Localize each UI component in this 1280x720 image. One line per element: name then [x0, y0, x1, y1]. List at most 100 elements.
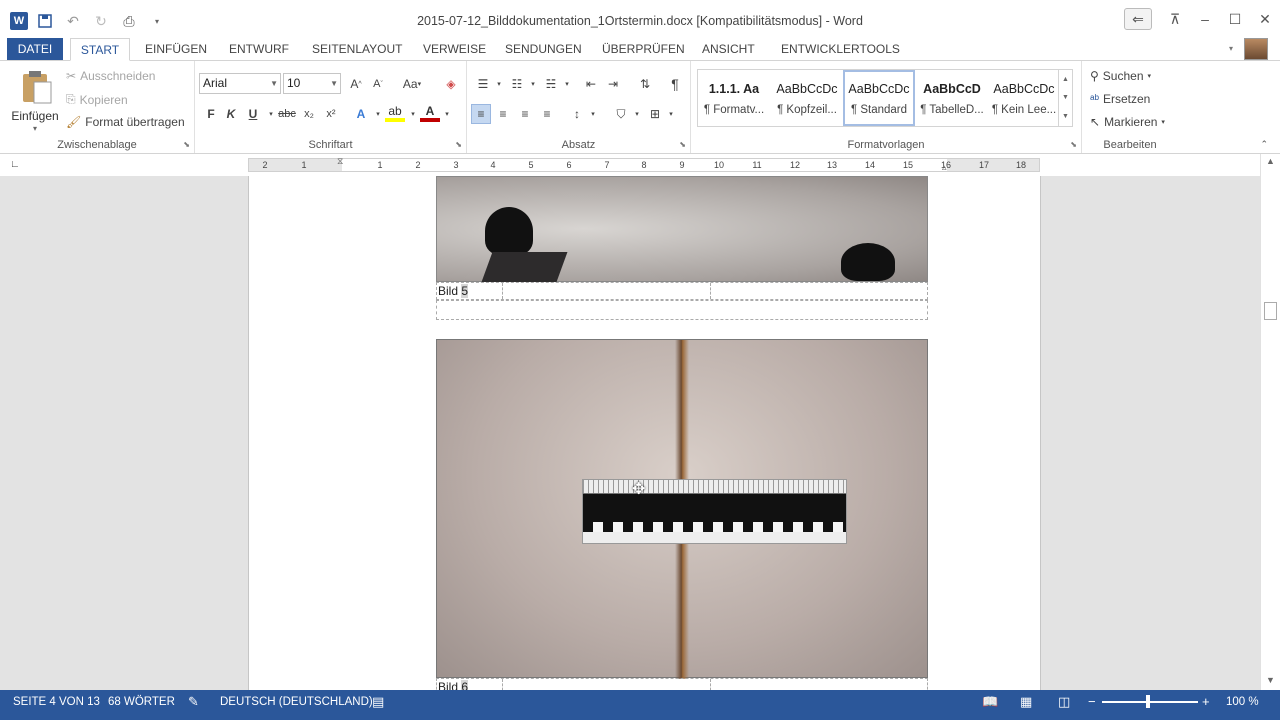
maximize-icon[interactable]: ☐ — [1220, 8, 1250, 30]
zoom-out-icon[interactable]: − — [1088, 690, 1096, 714]
horizontal-ruler[interactable]: ∟ 2 1 1 2 3 4 5 6 7 8 9 10 11 12 13 14 1… — [0, 154, 1280, 176]
account-dropdown-icon[interactable]: ▾ — [1222, 38, 1240, 61]
table-row[interactable] — [436, 300, 928, 320]
style-standard[interactable]: AaBbCcDc ¶ Standard — [843, 70, 915, 126]
page-indicator[interactable]: SEITE 4 VON 13 — [13, 690, 100, 714]
scroll-down-icon[interactable]: ▼ — [1266, 675, 1275, 685]
font-color-dropdown-icon[interactable]: ▾ — [437, 104, 457, 124]
scale-mm-marks — [583, 480, 846, 494]
italic-button[interactable]: K — [221, 104, 241, 124]
bullets-dropdown-icon[interactable]: ▾ — [489, 74, 509, 94]
cut-button[interactable]: ✂ Ausschneiden — [66, 69, 155, 83]
trouser-shape — [481, 252, 568, 282]
underline-button[interactable]: U — [243, 104, 263, 124]
ruler-number: 10 — [713, 160, 724, 170]
more-icon[interactable]: ▼ — [1062, 113, 1069, 120]
chevron-up-icon[interactable]: ▲ — [1062, 76, 1069, 83]
group-paragraph: ☰ ▾ ☷ ▾ ☵ ▾ ⇤ ⇥ ⇅ ¶ ≡ ≡ ≡ ≡ ↕ ▾ ⛉ ▾ ⊞ ▾ … — [467, 61, 691, 153]
close-icon[interactable]: ✕ — [1250, 8, 1280, 30]
line-spacing-dropdown-icon[interactable]: ▾ — [583, 104, 603, 124]
read-mode-icon[interactable]: 📖 — [982, 690, 998, 714]
style-kopfzeile[interactable]: AaBbCcDc ¶ Kopfzeil... — [771, 70, 843, 126]
proofing-icon[interactable]: ✎ — [188, 690, 199, 714]
group-font: Arial ▼ 10 ▼ A ^ Aˇ Aa ▾ ◈ F K U ▾ abc x₂ x²… — [195, 61, 467, 153]
scrollbar-thumb[interactable] — [1264, 302, 1277, 320]
cursor-icon: ↖ — [1090, 115, 1101, 129]
multilevel-dropdown-icon[interactable]: ▾ — [557, 74, 577, 94]
increase-indent-icon[interactable]: ⇥ — [603, 74, 623, 94]
word-count[interactable]: 68 WÖRTER — [108, 690, 175, 714]
paste-button[interactable]: Einfügen ▾ — [10, 67, 60, 135]
chevron-down-icon[interactable]: ▼ — [1062, 94, 1069, 101]
align-center-icon[interactable]: ≡ — [493, 104, 513, 124]
strikethrough-button[interactable]: abc — [277, 104, 297, 124]
style-kein-leerraum[interactable]: AaBbCcDc ¶ Kein Lee... — [988, 70, 1060, 126]
ruler-number: 14 — [864, 160, 875, 170]
format-painter-button[interactable]: 🖌 Format übertragen — [66, 115, 185, 129]
subscript-icon[interactable]: x₂ — [299, 104, 319, 124]
right-indent-icon[interactable]: ▵ — [942, 162, 947, 173]
tab-seitenlayout[interactable]: SEITENLAYOUT — [305, 38, 409, 61]
grow-font-icon[interactable]: A ^ — [346, 74, 366, 94]
shrink-font-icon[interactable]: Aˇ — [368, 74, 388, 94]
macro-record-icon[interactable]: ▤ — [372, 690, 384, 714]
caption-table-row[interactable]: Bild 5 — [436, 282, 928, 300]
zoom-slider[interactable] — [1102, 701, 1198, 703]
web-layout-icon[interactable]: ◫ — [1058, 690, 1070, 714]
copy-button[interactable]: ⎘ Kopieren — [66, 92, 128, 107]
ruler-number: 18 — [1015, 160, 1026, 170]
style-formatvorlage[interactable]: 1.1.1. Aa ¶ Formatv... — [698, 70, 770, 126]
tab-datei[interactable]: DATEI — [7, 38, 63, 61]
collapse-ribbon-icon[interactable]: ⌃ — [1260, 139, 1268, 150]
font-name-select[interactable]: Arial ▼ — [199, 73, 281, 94]
select-button[interactable]: ↖ Markieren ▾ — [1090, 115, 1165, 129]
tab-selector-icon[interactable]: ∟ — [10, 159, 24, 173]
superscript-icon[interactable]: x² — [321, 104, 341, 124]
tab-verweise[interactable]: VERWEISE — [416, 38, 493, 61]
print-layout-icon[interactable]: ▦ — [1020, 690, 1032, 714]
ribbon-display-options-icon[interactable]: ⊼ — [1160, 8, 1190, 30]
zoom-slider-thumb[interactable] — [1146, 695, 1150, 708]
style-tabelle[interactable]: AaBbCcD ¶ TabelleD... — [916, 70, 988, 126]
dialog-launcher-icon[interactable]: ⬊ — [1070, 140, 1077, 149]
minimize-icon[interactable]: – — [1190, 8, 1220, 30]
tab-entwicklertools[interactable]: ENTWICKLERTOOLS — [774, 38, 907, 61]
clear-formatting-icon[interactable]: ◈ — [441, 74, 461, 94]
indent-marker-icon[interactable]: ⧖ — [337, 156, 343, 167]
borders-dropdown-icon[interactable]: ▾ — [661, 104, 681, 124]
tab-entwurf[interactable]: ENTWURF — [222, 38, 296, 61]
table-cell — [503, 283, 711, 299]
decrease-indent-icon[interactable]: ⇤ — [581, 74, 601, 94]
search-button[interactable]: ⚲ Suchen ▾ — [1090, 69, 1151, 83]
sort-icon[interactable]: ⇅ — [635, 74, 655, 94]
font-size-select[interactable]: 10 ▼ — [283, 73, 341, 94]
photo-floor-with-shoes[interactable] — [436, 176, 928, 282]
photo-crack-with-scale[interactable]: ✥ — [436, 339, 928, 679]
dialog-launcher-icon[interactable]: ⬊ — [679, 140, 686, 149]
numbering-dropdown-icon[interactable]: ▾ — [523, 74, 543, 94]
zoom-in-icon[interactable]: + — [1202, 690, 1210, 714]
highlight-icon[interactable]: ab — [385, 104, 405, 122]
zoom-level[interactable]: 100 % — [1226, 690, 1259, 714]
scroll-up-icon[interactable]: ▲ — [1266, 156, 1275, 166]
tab-ansicht[interactable]: ANSICHT — [695, 38, 762, 61]
dialog-launcher-icon[interactable]: ⬊ — [183, 140, 190, 149]
show-formatting-icon[interactable]: ¶ — [665, 74, 685, 94]
tab-einfuegen[interactable]: EINFÜGEN — [138, 38, 214, 61]
justify-icon[interactable]: ≡ — [537, 104, 557, 124]
change-case-button[interactable]: Aa ▾ — [397, 74, 427, 94]
tab-sendungen[interactable]: SENDUNGEN — [498, 38, 589, 61]
avatar[interactable] — [1244, 38, 1268, 60]
tab-start[interactable]: START — [70, 38, 130, 61]
align-right-icon[interactable]: ≡ — [515, 104, 535, 124]
help-icon[interactable]: ⇐ — [1124, 8, 1152, 30]
align-left-icon[interactable]: ≡ — [471, 104, 491, 124]
dialog-launcher-icon[interactable]: ⬊ — [455, 140, 462, 149]
tab-ueberpruefen[interactable]: ÜBERPRÜFEN — [595, 38, 692, 61]
styles-scroll[interactable]: ▲ ▼ ▼ — [1058, 70, 1072, 126]
shading-dropdown-icon[interactable]: ▾ — [627, 104, 647, 124]
language-indicator[interactable]: DEUTSCH (DEUTSCHLAND) — [220, 690, 373, 714]
bold-button[interactable]: F — [201, 104, 221, 124]
replace-button[interactable]: ᵃᵇ Ersetzen — [1090, 92, 1150, 106]
vertical-scrollbar[interactable]: ▲ ▼ — [1260, 154, 1280, 690]
